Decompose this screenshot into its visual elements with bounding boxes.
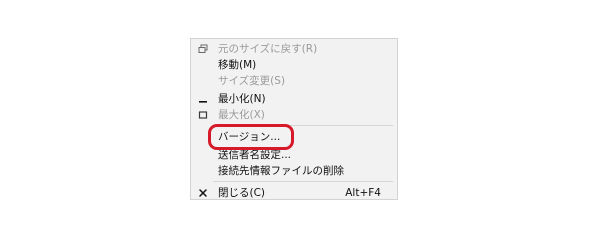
window-system-menu: 元のサイズに戻す(R) 移動(M) サイズ変更(S) 最小化(N) 最大化(X)	[190, 38, 398, 200]
menu-item-resize[interactable]: サイズ変更(S)	[191, 73, 397, 89]
menu-item-close[interactable]: 閉じる(C) Alt+F4	[191, 185, 397, 201]
menu-separator	[213, 181, 393, 182]
menu-item-label: 最小化(N)	[218, 93, 266, 105]
menu-item-delete-connection-file[interactable]: 接続先情報ファイルの削除	[191, 163, 397, 179]
menu-item-sender-name-settings[interactable]: 送信者名設定...	[191, 147, 397, 163]
menu-item-label: 元のサイズに戻す(R)	[218, 43, 318, 55]
menu-item-restore[interactable]: 元のサイズに戻す(R)	[191, 41, 397, 57]
menu-item-label: 送信者名設定...	[218, 149, 292, 161]
menu-item-minimize[interactable]: 最小化(N)	[191, 91, 397, 107]
close-icon	[197, 185, 209, 201]
menu-item-label: 移動(M)	[218, 59, 257, 71]
menu-item-label: バージョン...	[218, 131, 281, 143]
minimize-icon	[197, 91, 209, 107]
menu-item-label: 閉じる(C)	[218, 187, 266, 199]
menu-item-maximize[interactable]: 最大化(X)	[191, 107, 397, 123]
restore-icon	[197, 41, 209, 57]
menu-item-move[interactable]: 移動(M)	[191, 57, 397, 73]
screenshot-stage: 元のサイズに戻す(R) 移動(M) サイズ変更(S) 最小化(N) 最大化(X)	[0, 0, 592, 240]
menu-item-version[interactable]: バージョン...	[191, 129, 397, 145]
menu-item-label: サイズ変更(S)	[218, 75, 286, 87]
menu-item-shortcut: Alt+F4	[345, 187, 381, 199]
menu-item-label: 接続先情報ファイルの削除	[218, 165, 344, 177]
maximize-icon	[197, 107, 209, 123]
menu-separator	[213, 125, 393, 126]
menu-item-label: 最大化(X)	[218, 109, 265, 121]
